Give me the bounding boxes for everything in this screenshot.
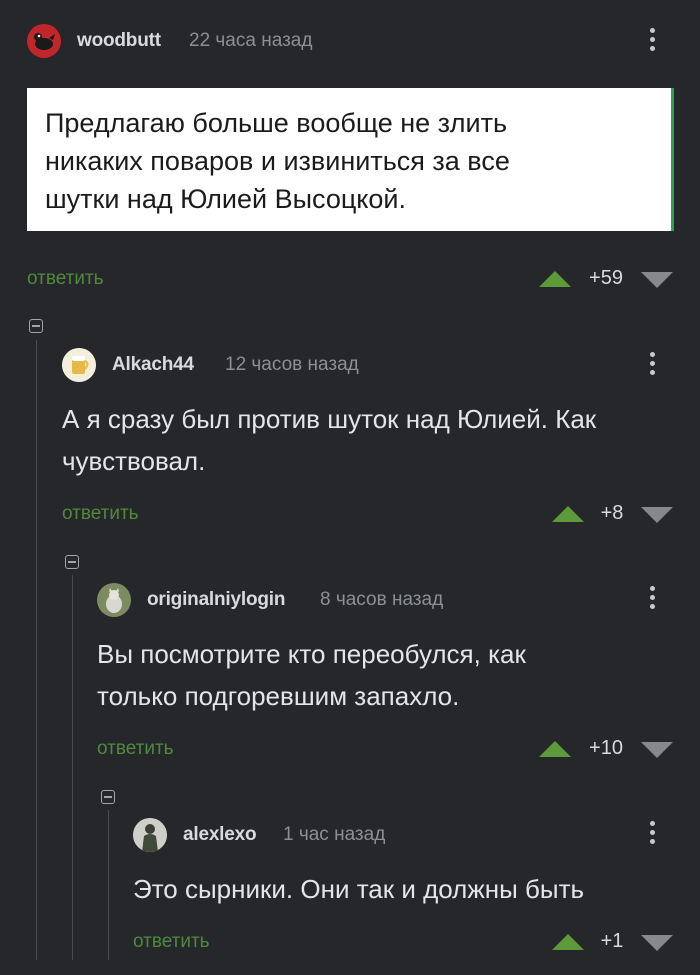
author-name[interactable]: originalniylogin xyxy=(147,589,285,611)
comment-text: Это сырники. Они так и должны быть xyxy=(133,868,584,910)
comment-time: 12 часов назад xyxy=(225,354,359,375)
author-name[interactable]: Alkach44 xyxy=(112,354,194,376)
comment-text-line: чувствовал. xyxy=(62,446,206,476)
reply-link[interactable]: ответить xyxy=(133,931,210,953)
collapse-thread-icon[interactable] xyxy=(65,555,79,569)
quoted-image: Предлагаю больше вообще не злить никаких… xyxy=(27,88,674,231)
downvote-icon[interactable] xyxy=(641,935,673,951)
upvote-icon[interactable] xyxy=(552,506,584,522)
downvote-icon[interactable] xyxy=(641,507,673,523)
reply-link[interactable]: ответить xyxy=(62,503,139,525)
comment-text-line: только подгоревшим запахло. xyxy=(97,681,460,711)
comment-time: 22 часа назад xyxy=(189,30,313,51)
upvote-icon[interactable] xyxy=(539,271,571,287)
avatar[interactable] xyxy=(62,348,96,382)
comment-time: 8 часов назад xyxy=(320,589,444,610)
author-name[interactable]: woodbutt xyxy=(77,30,161,52)
avatar[interactable] xyxy=(133,818,167,852)
more-vertical-icon[interactable] xyxy=(650,28,656,54)
more-vertical-icon[interactable] xyxy=(650,586,656,612)
comment-text: А я сразу был против шуток над Юлией. Ка… xyxy=(62,398,596,482)
avatar-image xyxy=(133,818,167,852)
reply-link[interactable]: ответить xyxy=(97,738,174,760)
comment-text-line: А я сразу был против шуток над Юлией. Ка… xyxy=(62,404,597,434)
thread-line-2 xyxy=(72,575,73,960)
quoted-text-line: шутки над Юлией Высоцкой. xyxy=(45,184,407,214)
avatar-image xyxy=(62,348,96,382)
quoted-text-line: Предлагаю больше вообще не злить xyxy=(45,108,508,138)
collapse-thread-icon[interactable] xyxy=(29,319,43,333)
downvote-icon[interactable] xyxy=(641,742,673,758)
avatar[interactable] xyxy=(27,24,61,58)
more-vertical-icon[interactable] xyxy=(650,352,656,378)
reply-link[interactable]: ответить xyxy=(27,268,104,290)
avatar-image xyxy=(97,583,131,617)
thread-line-1 xyxy=(36,340,37,960)
comment-text-line: Вы посмотрите кто переобулся, как xyxy=(97,639,526,669)
comment-text-line: Это сырники. Они так и должны быть xyxy=(133,874,585,904)
avatar-image xyxy=(27,24,61,58)
score: +1 xyxy=(600,930,624,952)
upvote-icon[interactable] xyxy=(539,741,571,757)
quoted-text: Предлагаю больше вообще не злить никаких… xyxy=(45,104,655,218)
score: +8 xyxy=(600,502,624,524)
avatar[interactable] xyxy=(97,583,131,617)
comment-time: 1 час назад xyxy=(283,824,386,845)
author-name[interactable]: alexlexo xyxy=(183,824,257,846)
quoted-text-line: никаких поваров и извиниться за все xyxy=(45,146,510,176)
score: +59 xyxy=(589,267,623,289)
more-vertical-icon[interactable] xyxy=(650,821,656,847)
downvote-icon[interactable] xyxy=(641,272,673,288)
collapse-thread-icon[interactable] xyxy=(101,790,115,804)
comment-text: Вы посмотрите кто переобулся, как только… xyxy=(97,633,526,717)
upvote-icon[interactable] xyxy=(552,934,584,950)
score: +10 xyxy=(589,737,623,759)
thread-line-3 xyxy=(108,810,109,960)
